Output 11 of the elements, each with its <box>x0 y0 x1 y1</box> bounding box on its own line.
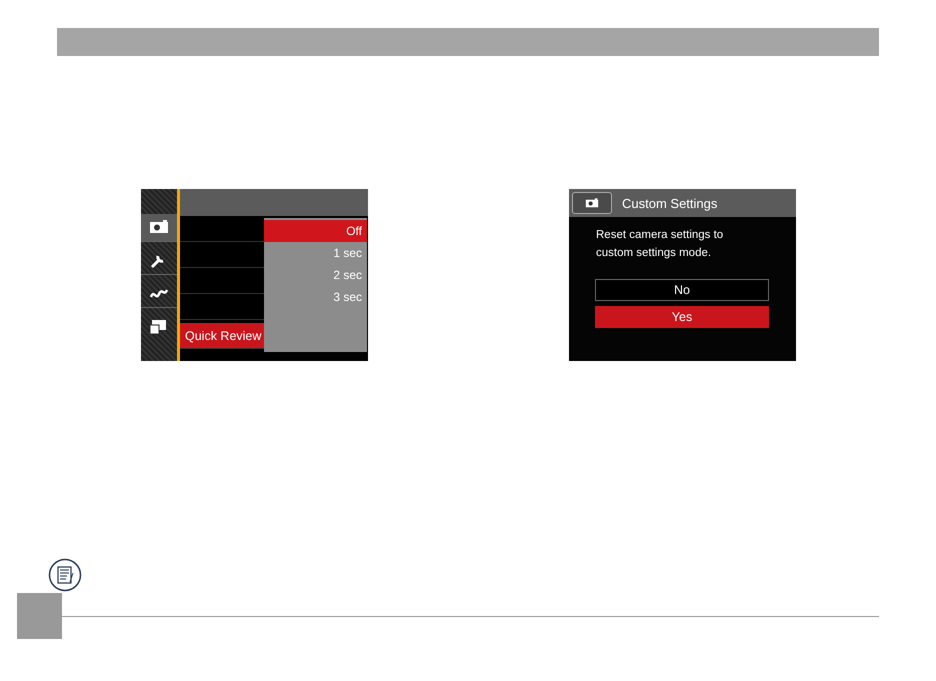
sidebar-tab[interactable] <box>141 214 177 242</box>
dialog-message: Reset camera settings to custom settings mode. <box>596 228 724 261</box>
dialog-title: Custom Settings <box>622 196 718 210</box>
dialog-button[interactable]: Yes <box>595 306 769 328</box>
menu-item[interactable]: Quick Review <box>180 323 264 349</box>
option-item[interactable]: 2 sec <box>264 264 367 286</box>
note-icon <box>48 558 82 592</box>
option-item[interactable]: 1 sec <box>264 242 367 264</box>
dialog-button[interactable]: No <box>595 279 769 301</box>
option-item[interactable]: Off <box>264 220 367 242</box>
option-item[interactable]: 3 sec <box>264 286 367 308</box>
